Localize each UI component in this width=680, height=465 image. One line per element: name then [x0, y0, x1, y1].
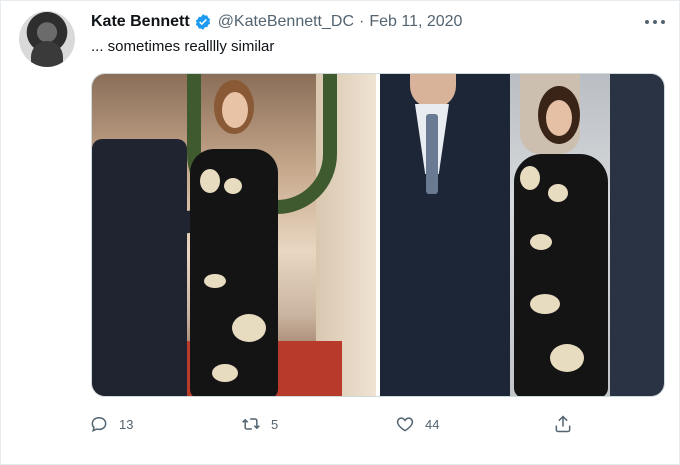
tweet-card[interactable]: Kate Bennett @KateBennett_DC · Feb 11, 2… [0, 0, 680, 465]
retweet-button[interactable]: 5 [241, 411, 278, 437]
author-handle[interactable]: @KateBennett_DC [218, 13, 354, 31]
share-button[interactable] [553, 411, 583, 437]
reply-button[interactable]: 13 [89, 411, 133, 437]
action-bar: 13 5 44 [85, 411, 585, 437]
share-icon [555, 415, 571, 433]
tweet-date[interactable]: Feb 11, 2020 [369, 13, 462, 31]
retweet-icon [242, 418, 260, 430]
tweet-text: ... sometimes realllly similar [91, 38, 275, 55]
photo-left[interactable] [92, 74, 376, 396]
verified-badge-icon [195, 14, 210, 30]
reply-icon [91, 416, 107, 433]
like-count: 44 [425, 416, 440, 432]
retweet-count: 5 [271, 416, 279, 432]
author-name[interactable]: Kate Bennett [91, 13, 190, 31]
separator-dot: · [359, 13, 365, 30]
ellipsis-icon[interactable] [641, 13, 669, 31]
tweet-header: Kate Bennett @KateBennett_DC · Feb 11, 2… [91, 11, 462, 33]
photo-right[interactable] [379, 74, 664, 396]
like-button[interactable]: 44 [395, 411, 439, 437]
tweet-media[interactable] [91, 73, 665, 397]
avatar[interactable] [19, 11, 75, 67]
reply-count: 13 [119, 416, 134, 432]
like-icon [396, 417, 414, 432]
